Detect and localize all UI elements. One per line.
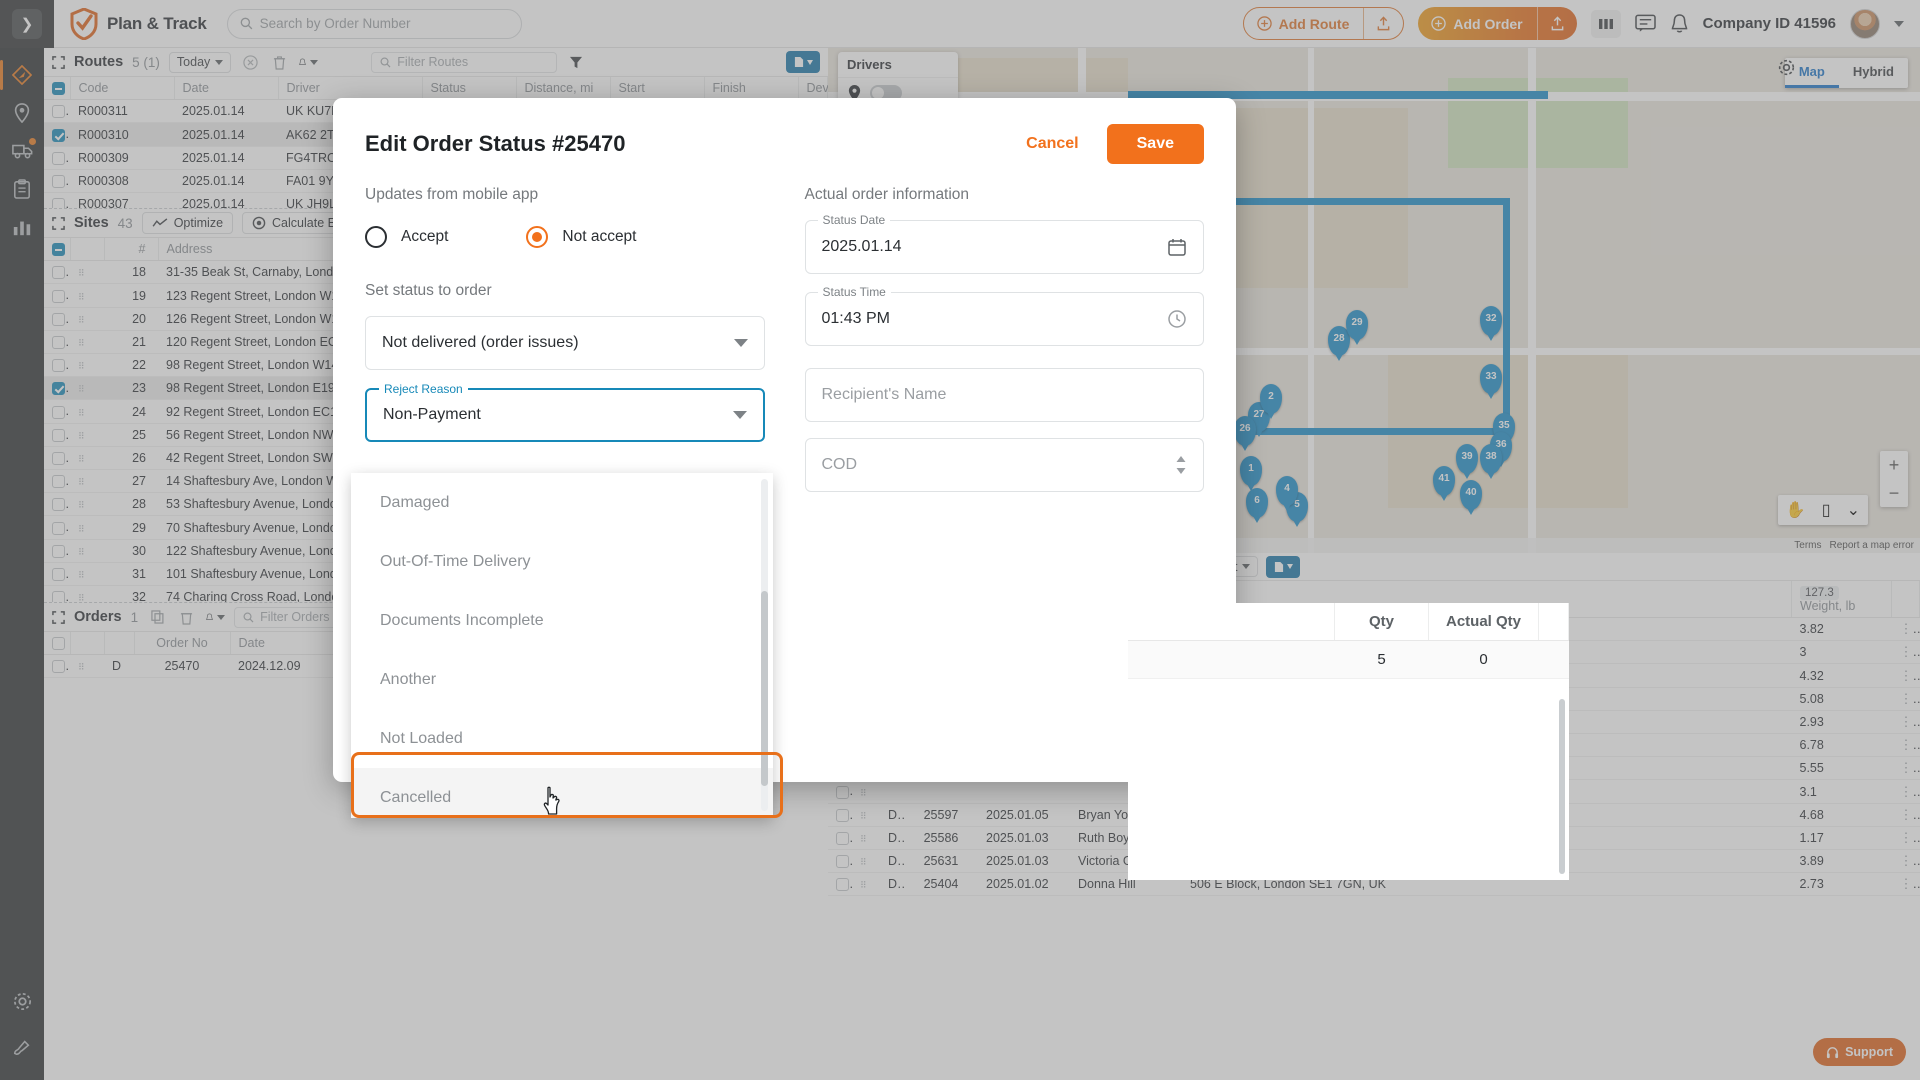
status-date-field[interactable]: Status Date 2025.01.14 bbox=[805, 220, 1205, 274]
radio-not-accept-label: Not accept bbox=[562, 228, 636, 246]
radio-accept-label: Accept bbox=[401, 228, 448, 246]
app-root: ❯ Plan & Track Search by Order Number Ad… bbox=[0, 0, 1920, 1080]
items-cell-actual-qty: 0 bbox=[1429, 641, 1539, 679]
status-date-legend: Status Date bbox=[818, 213, 891, 227]
status-date-value: 2025.01.14 bbox=[822, 238, 902, 256]
dropdown-option[interactable]: Documents Incomplete bbox=[351, 591, 773, 650]
modal-body: Updates from mobile app Accept Not accep… bbox=[333, 164, 1236, 492]
clock-icon[interactable] bbox=[1167, 309, 1187, 329]
dropdown-scrollbar-thumb[interactable] bbox=[761, 591, 768, 786]
items-table-scrollbar[interactable] bbox=[1559, 699, 1565, 874]
order-items-table: Qty Actual Qty 5 0 bbox=[1128, 603, 1569, 880]
reject-reason-legend: Reject Reason bbox=[379, 382, 468, 396]
set-status-section-label: Set status to order bbox=[365, 282, 765, 300]
chevron-down-icon bbox=[734, 339, 748, 347]
modal-action-group: Cancel Save bbox=[1016, 124, 1204, 164]
recipient-name-placeholder: Recipient's Name bbox=[822, 386, 947, 404]
chevron-down-icon bbox=[733, 411, 747, 419]
items-col-blank bbox=[1128, 603, 1335, 641]
table-row[interactable]: 5 0 bbox=[1128, 641, 1569, 679]
dropdown-option[interactable]: Damaged bbox=[351, 473, 773, 532]
items-cell-pad bbox=[1539, 641, 1569, 679]
radio-accept[interactable]: Accept bbox=[365, 226, 448, 248]
radio-not-accept[interactable]: Not accept bbox=[526, 226, 636, 248]
items-col-actual-qty[interactable]: Actual Qty bbox=[1429, 603, 1539, 641]
save-button[interactable]: Save bbox=[1107, 124, 1204, 164]
modal-right-column: Actual order information Status Date 202… bbox=[805, 186, 1205, 492]
cancel-button[interactable]: Cancel bbox=[1016, 129, 1088, 159]
radio-accept-indicator[interactable] bbox=[365, 226, 387, 248]
radio-not-accept-indicator[interactable] bbox=[526, 226, 548, 248]
reject-reason-select[interactable]: Reject Reason Non-Payment bbox=[365, 388, 765, 442]
calendar-icon[interactable] bbox=[1167, 237, 1187, 257]
status-time-field[interactable]: Status Time 01:43 PM bbox=[805, 292, 1205, 346]
dropdown-option[interactable]: Out-Of-Time Delivery bbox=[351, 532, 773, 591]
items-cell-blank bbox=[1128, 641, 1335, 679]
cod-input[interactable]: COD bbox=[805, 438, 1205, 492]
status-select[interactable]: Not delivered (order issues) bbox=[365, 316, 765, 370]
status-time-value: 01:43 PM bbox=[822, 310, 890, 328]
reject-reason-value: Non-Payment bbox=[383, 406, 481, 424]
items-cell-qty: 5 bbox=[1335, 641, 1429, 679]
status-time-legend: Status Time bbox=[818, 285, 891, 299]
actual-info-section-label: Actual order information bbox=[805, 186, 1205, 204]
mouse-cursor-pointer-icon bbox=[540, 786, 566, 816]
items-col-qty[interactable]: Qty bbox=[1335, 603, 1429, 641]
items-header-row: Qty Actual Qty bbox=[1128, 603, 1569, 641]
updates-section-label: Updates from mobile app bbox=[365, 186, 765, 204]
modal-title: Edit Order Status #25470 bbox=[365, 131, 625, 157]
items-table: Qty Actual Qty 5 0 bbox=[1128, 603, 1569, 679]
dropdown-options-list: DamagedOut-Of-Time DeliveryDocuments Inc… bbox=[351, 473, 773, 818]
dropdown-option[interactable]: Not Loaded bbox=[351, 709, 773, 768]
dropdown-option[interactable]: Another bbox=[351, 650, 773, 709]
modal-left-column: Updates from mobile app Accept Not accep… bbox=[365, 186, 765, 492]
cod-placeholder: COD bbox=[822, 456, 858, 474]
modal-header: Edit Order Status #25470 Cancel Save bbox=[333, 98, 1236, 164]
reject-reason-dropdown[interactable]: DamagedOut-Of-Time DeliveryDocuments Inc… bbox=[351, 473, 773, 818]
items-col-pad bbox=[1539, 603, 1569, 641]
items-table-body: 5 0 bbox=[1128, 641, 1569, 679]
accept-radio-group: Accept Not accept bbox=[365, 226, 765, 248]
stepper-icon[interactable] bbox=[1175, 454, 1187, 476]
status-select-value: Not delivered (order issues) bbox=[382, 334, 579, 352]
recipient-name-input[interactable]: Recipient's Name bbox=[805, 368, 1205, 422]
